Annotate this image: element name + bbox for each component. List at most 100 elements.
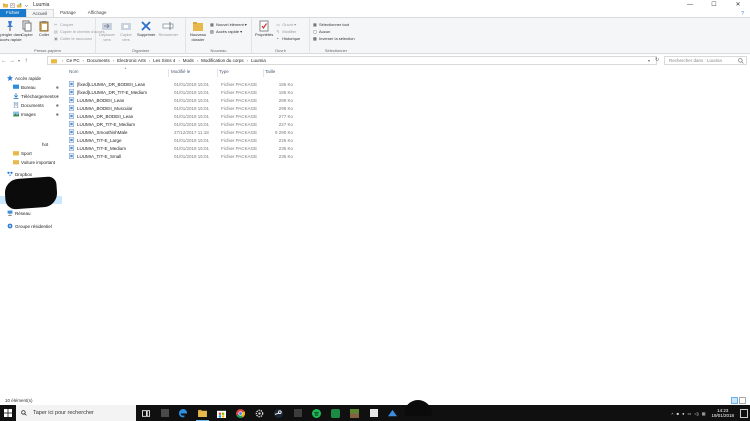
easy-access-button[interactable]: ▧ Accès rapide ▾ bbox=[210, 28, 247, 34]
file-row[interactable]: LUUMIA_BODEII_Lean 01/01/2018 15:01 Fich… bbox=[69, 96, 309, 104]
breadcrumb-les-sims-4[interactable]: Les Sims 4 bbox=[153, 58, 175, 63]
chevron-down-icon[interactable] bbox=[24, 3, 29, 8]
unknown-app-icon[interactable] bbox=[383, 405, 402, 421]
tab-partage[interactable]: Partage bbox=[54, 9, 82, 17]
close-button[interactable]: ✕ bbox=[726, 0, 750, 9]
search-input[interactable]: Rechercher dans : Luumia bbox=[664, 56, 747, 65]
copy-button[interactable]: Copier bbox=[20, 20, 34, 38]
nav-reseau[interactable]: Réseau bbox=[0, 209, 62, 217]
taskbar-search-input[interactable]: Taper ici pour rechercher bbox=[16, 405, 136, 421]
file-explorer-icon[interactable] bbox=[193, 405, 212, 421]
start-button[interactable] bbox=[0, 405, 16, 421]
clock[interactable]: 14:23 19/01/2018 bbox=[708, 408, 737, 419]
delete-button[interactable]: Supprimer bbox=[137, 20, 155, 38]
large-icons-view-button[interactable] bbox=[739, 397, 746, 404]
nav-hot[interactable]: hot bbox=[0, 140, 62, 148]
spotify-icon[interactable] bbox=[307, 405, 326, 421]
tab-fichier[interactable]: Fichier bbox=[0, 9, 26, 17]
forward-arrow-icon[interactable]: → bbox=[8, 58, 16, 64]
tray-app-icon[interactable]: ● bbox=[682, 411, 684, 416]
file-row[interactable]: LUUMIA_DR_TIT-E_Medium 01/01/2018 15:01 … bbox=[69, 120, 309, 128]
unknown-app-icon[interactable] bbox=[364, 405, 383, 421]
nav-bureau[interactable]: Bureau ✱ bbox=[0, 83, 62, 91]
chevron-right-icon[interactable]: › bbox=[197, 58, 198, 63]
tray-app-icon[interactable]: ■ bbox=[677, 411, 679, 416]
copy-to-button[interactable]: Copier vers bbox=[118, 20, 134, 42]
edit-button[interactable]: ✎ Modifier bbox=[276, 28, 300, 34]
file-row[interactable]: LUUMIA_SmoothishMale 27/12/2017 11:18 Fi… bbox=[69, 128, 309, 136]
open-button[interactable]: ▭ Ouvrir ▾ bbox=[276, 21, 300, 27]
rename-button[interactable]: Renommer bbox=[158, 20, 178, 38]
file-name: LUUMIA_TIT-E_Large bbox=[77, 137, 122, 143]
chevron-right-icon[interactable]: › bbox=[83, 58, 84, 63]
chevron-right-icon[interactable]: › bbox=[149, 58, 150, 63]
select-none-button[interactable]: ▢ Aucun bbox=[313, 28, 355, 34]
breadcrumb-documents[interactable]: Documents bbox=[87, 58, 110, 63]
nav-documents[interactable]: Documents ✱ bbox=[0, 101, 62, 109]
new-folder-icon[interactable] bbox=[17, 2, 22, 8]
network-status-icon[interactable]: ▭ bbox=[687, 411, 691, 416]
column-header-name[interactable]: Nom bbox=[69, 69, 169, 77]
nav-quick-access[interactable]: Accès rapide bbox=[0, 74, 62, 82]
breadcrumb-mods[interactable]: Mods bbox=[183, 58, 194, 63]
new-item-button[interactable]: ▦ Nouvel élément ▾ bbox=[210, 21, 247, 27]
new-folder-button[interactable]: Nouveau dossier bbox=[189, 20, 207, 42]
edge-icon[interactable] bbox=[174, 405, 193, 421]
properties-icon[interactable] bbox=[10, 2, 15, 8]
chrome-icon[interactable] bbox=[231, 405, 250, 421]
file-row[interactable]: [fixed]LUUMIA_DR_BODEII_Lean 01/01/2018 … bbox=[69, 80, 309, 88]
unknown-app-icon[interactable] bbox=[326, 405, 345, 421]
notification-center-icon[interactable] bbox=[740, 408, 748, 418]
column-header-date[interactable]: Modifié le bbox=[171, 69, 218, 77]
nav-sport[interactable]: Sport bbox=[0, 149, 62, 157]
refresh-icon[interactable]: ↻ bbox=[655, 57, 659, 63]
pin-quick-access-button[interactable]: Épingler dans Accès rapide bbox=[0, 20, 22, 42]
breadcrumb-modification-du-corps[interactable]: Modification du corps bbox=[201, 58, 244, 63]
breadcrumb-ce-pc[interactable]: Ce PC bbox=[66, 58, 79, 63]
nav-dropbox[interactable]: Dropbox bbox=[0, 170, 62, 178]
breadcrumb-luumia[interactable]: Luumia bbox=[251, 58, 266, 63]
paste-button[interactable]: Coller bbox=[37, 20, 51, 38]
file-row[interactable]: LUUMIA_TIT-E_Large 01/01/2018 15:01 Fich… bbox=[69, 136, 309, 144]
file-row[interactable]: [fixed]LUUMIA_DR_TIT-E_Medium 01/01/2018… bbox=[69, 88, 309, 96]
unknown-app-icon[interactable] bbox=[155, 405, 174, 421]
input-language-icon[interactable]: ▦ bbox=[702, 411, 706, 416]
task-view-icon[interactable] bbox=[136, 405, 155, 421]
file-row[interactable]: LUUMIA_TIT-E_Small 01/01/2018 15:01 Fich… bbox=[69, 152, 309, 160]
tab-accueil[interactable]: Accueil bbox=[25, 9, 55, 17]
unknown-app-icon[interactable] bbox=[288, 405, 307, 421]
select-all-button[interactable]: ▦ Sélectionner tout bbox=[313, 21, 355, 27]
up-arrow-icon[interactable]: ↑ bbox=[22, 58, 30, 64]
chevron-right-icon[interactable]: › bbox=[113, 58, 114, 63]
back-arrow-icon[interactable]: ← bbox=[0, 58, 8, 64]
file-row[interactable]: LUUMIA_BODEII_Muscular 01/01/2018 15:01 … bbox=[69, 104, 309, 112]
file-row[interactable]: LUUMIA_TIT-E_Medium 01/01/2018 15:01 Fic… bbox=[69, 144, 309, 152]
file-row[interactable]: LUUMIA_DR_BODEII_Lean 01/01/2018 15:01 F… bbox=[69, 112, 309, 120]
help-icon[interactable]: ? bbox=[741, 11, 744, 17]
chevron-right-icon[interactable]: › bbox=[178, 58, 179, 63]
column-header-type[interactable]: Type bbox=[219, 69, 264, 77]
invert-selection-button[interactable]: ▩ Inverser la sélection bbox=[313, 35, 355, 41]
steam-icon[interactable] bbox=[269, 405, 288, 421]
settings-gear-icon[interactable] bbox=[250, 405, 269, 421]
breadcrumb-electronic-arts[interactable]: Electronic Arts bbox=[117, 58, 146, 63]
tab-affichage[interactable]: Affichage bbox=[82, 9, 113, 17]
nav-telechargements[interactable]: Téléchargements ✱ bbox=[0, 92, 62, 100]
details-view-button[interactable] bbox=[731, 397, 738, 404]
column-header-size[interactable]: Taille bbox=[265, 69, 295, 77]
volume-icon[interactable]: ◁) bbox=[694, 411, 698, 416]
tray-chevron-up-icon[interactable]: ˄ bbox=[671, 411, 673, 416]
minecraft-icon[interactable] bbox=[345, 405, 364, 421]
nav-voiture-important[interactable]: Voiture important bbox=[0, 158, 62, 166]
address-dropdown-icon[interactable]: ▾ bbox=[648, 58, 650, 63]
store-icon[interactable] bbox=[212, 405, 231, 421]
maximize-button[interactable]: ☐ bbox=[702, 0, 726, 9]
minimize-button[interactable]: — bbox=[678, 0, 702, 9]
chevron-right-icon[interactable]: › bbox=[247, 58, 248, 63]
move-to-button[interactable]: Déplacer vers bbox=[99, 20, 115, 42]
properties-button[interactable]: Propriétés bbox=[255, 20, 273, 38]
nav-images[interactable]: Images ✱ bbox=[0, 110, 62, 118]
address-bar[interactable]: › Ce PC › Documents › Electronic Arts › … bbox=[47, 56, 657, 65]
nav-groupe-residentiel[interactable]: Groupe résidentiel bbox=[0, 222, 62, 230]
history-button[interactable]: ◔ Historique bbox=[276, 35, 300, 41]
